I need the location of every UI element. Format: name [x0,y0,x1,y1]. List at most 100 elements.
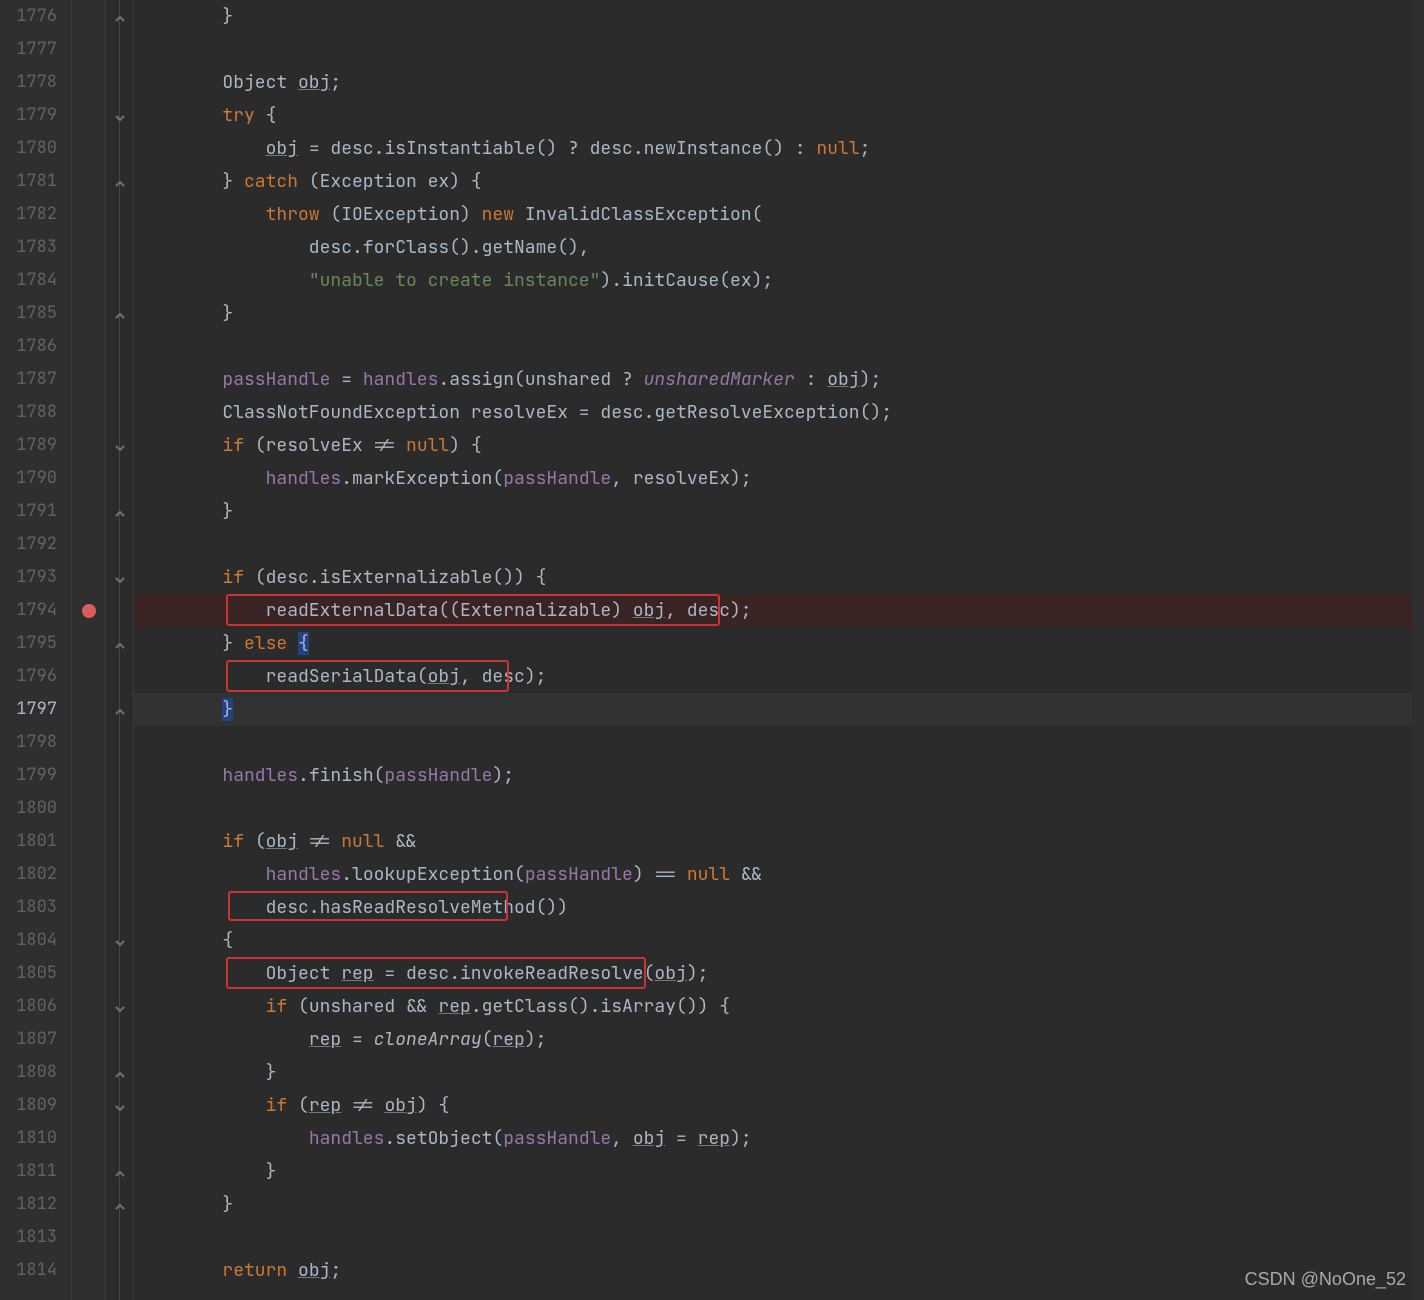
gutter-row[interactable] [72,594,105,627]
code-line[interactable]: } else { [134,627,1412,660]
fold-row[interactable] [106,462,133,495]
fold-row[interactable] [106,66,133,99]
fold-row[interactable] [106,1155,133,1188]
line-number[interactable]: 1791 [0,495,71,528]
line-number[interactable]: 1787 [0,363,71,396]
fold-row[interactable] [106,495,133,528]
gutter-row[interactable] [72,231,105,264]
fold-row[interactable] [106,429,133,462]
fold-collapse-icon[interactable] [113,9,127,23]
gutter-row[interactable] [72,99,105,132]
vertical-scrollbar[interactable] [1412,0,1424,1300]
fold-expand-icon[interactable] [113,108,127,122]
code-line[interactable]: Object obj; [134,66,1412,99]
code-line[interactable]: rep = cloneArray(rep); [134,1023,1412,1056]
code-line[interactable]: } [134,495,1412,528]
line-number[interactable]: 1813 [0,1221,71,1254]
gutter-row[interactable] [72,1155,105,1188]
gutter-row[interactable] [72,495,105,528]
fold-row[interactable] [106,594,133,627]
gutter-row[interactable] [72,1254,105,1287]
fold-collapse-icon[interactable] [113,504,127,518]
line-number[interactable]: 1776 [0,0,71,33]
fold-collapse-icon[interactable] [113,306,127,320]
line-number[interactable]: 1810 [0,1122,71,1155]
fold-collapse-icon[interactable] [113,702,127,716]
gutter-row[interactable] [72,1023,105,1056]
code-line[interactable]: if (unshared && rep.getClass().isArray()… [134,990,1412,1023]
gutter-row[interactable] [72,1056,105,1089]
fold-expand-icon[interactable] [113,1098,127,1112]
code-line[interactable]: desc.forClass().getName(), [134,231,1412,264]
gutter-row[interactable] [72,1221,105,1254]
code-line[interactable]: ClassNotFoundException resolveEx = desc.… [134,396,1412,429]
line-number[interactable]: 1812 [0,1188,71,1221]
code-line[interactable]: passHandle = handles.assign(unshared ? u… [134,363,1412,396]
line-number[interactable]: 1793 [0,561,71,594]
line-number[interactable]: 1799 [0,759,71,792]
code-line[interactable]: desc.hasReadResolveMethod()) [134,891,1412,924]
line-number[interactable]: 1798 [0,726,71,759]
line-number[interactable]: 1788 [0,396,71,429]
fold-row[interactable] [106,990,133,1023]
fold-row[interactable] [106,825,133,858]
code-line[interactable]: Object rep = desc.invokeReadResolve(obj)… [134,957,1412,990]
gutter-row[interactable] [72,396,105,429]
breakpoint-icon[interactable] [82,604,96,618]
code-line[interactable]: obj = desc.isInstantiable() ? desc.newIn… [134,132,1412,165]
fold-row[interactable] [106,1254,133,1287]
fold-row[interactable] [106,792,133,825]
line-number[interactable]: 1779 [0,99,71,132]
fold-expand-icon[interactable] [113,438,127,452]
gutter-row[interactable] [72,132,105,165]
fold-row[interactable] [106,132,133,165]
code-line[interactable]: return obj; [134,1254,1412,1287]
line-number[interactable]: 1807 [0,1023,71,1056]
line-number[interactable]: 1785 [0,297,71,330]
gutter-row[interactable] [72,1188,105,1221]
gutter-row[interactable] [72,759,105,792]
fold-row[interactable] [106,693,133,726]
code-line[interactable] [134,726,1412,759]
fold-row[interactable] [106,891,133,924]
fold-collapse-icon[interactable] [113,1164,127,1178]
gutter-row[interactable] [72,792,105,825]
gutter-row[interactable] [72,924,105,957]
line-number[interactable]: 1784 [0,264,71,297]
code-line[interactable]: handles.finish(passHandle); [134,759,1412,792]
line-number[interactable]: 1801 [0,825,71,858]
code-line[interactable]: } [134,0,1412,33]
code-line[interactable]: if (obj != null && [134,825,1412,858]
line-number[interactable]: 1782 [0,198,71,231]
fold-row[interactable] [106,33,133,66]
line-number[interactable]: 1808 [0,1056,71,1089]
fold-row[interactable] [106,759,133,792]
fold-row[interactable] [106,1188,133,1221]
line-number[interactable]: 1780 [0,132,71,165]
fold-row[interactable] [106,330,133,363]
fold-expand-icon[interactable] [113,933,127,947]
gutter-row[interactable] [72,660,105,693]
code-line[interactable]: handles.markException(passHandle, resolv… [134,462,1412,495]
line-number[interactable]: 1802 [0,858,71,891]
fold-row[interactable] [106,561,133,594]
line-number[interactable]: 1809 [0,1089,71,1122]
line-number[interactable]: 1781 [0,165,71,198]
fold-row[interactable] [106,726,133,759]
gutter-row[interactable] [72,825,105,858]
line-number[interactable]: 1797 [0,693,71,726]
line-number[interactable]: 1796 [0,660,71,693]
code-line[interactable] [134,33,1412,66]
line-number[interactable]: 1800 [0,792,71,825]
fold-row[interactable] [106,627,133,660]
line-number-gutter[interactable]: 1776177717781779178017811782178317841785… [0,0,72,1300]
code-line[interactable]: { [134,924,1412,957]
gutter-row[interactable] [72,561,105,594]
code-line[interactable]: "unable to create instance").initCause(e… [134,264,1412,297]
line-number[interactable]: 1789 [0,429,71,462]
gutter-row[interactable] [72,957,105,990]
gutter-row[interactable] [72,198,105,231]
code-line[interactable]: readExternalData((Externalizable) obj, d… [134,594,1412,627]
line-number[interactable]: 1805 [0,957,71,990]
fold-row[interactable] [106,1023,133,1056]
